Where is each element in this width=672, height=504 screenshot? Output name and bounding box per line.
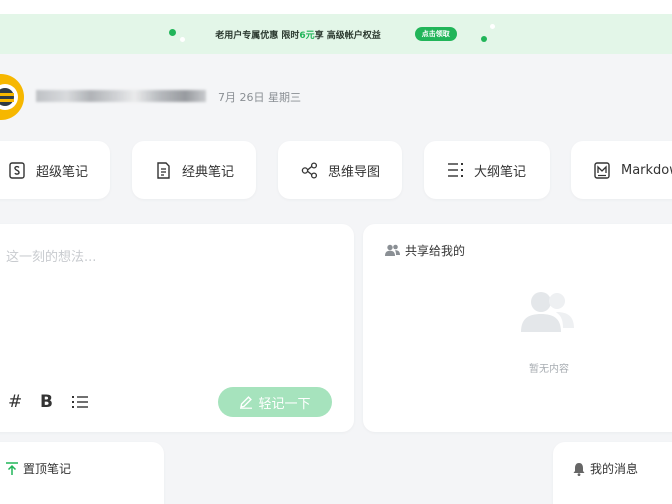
super-note-icon bbox=[8, 161, 26, 179]
pinned-notes-panel: 置顶笔记 bbox=[0, 442, 164, 504]
shared-with-me-header: 共享给我的 bbox=[385, 242, 465, 259]
note-type-row: 超级笔记 经典笔记 思维导图 大纲笔记 Markdown bbox=[0, 141, 672, 199]
banner-decor-dot bbox=[481, 36, 487, 42]
bell-icon bbox=[573, 462, 585, 476]
top-bar bbox=[0, 0, 672, 14]
quick-note-submit-button[interactable]: 轻记一下 bbox=[218, 387, 332, 417]
markdown-button[interactable]: Markdown bbox=[571, 141, 672, 199]
markdown-label: Markdown bbox=[621, 162, 672, 178]
markdown-icon bbox=[593, 161, 611, 179]
quick-note-editor[interactable]: 这一刻的想法... # B 轻记一下 bbox=[0, 224, 354, 432]
user-info-row: 7月 26日 星期三 bbox=[0, 74, 672, 120]
quick-note-submit-label: 轻记一下 bbox=[258, 396, 311, 412]
classic-note-icon bbox=[154, 161, 172, 179]
outline-icon bbox=[446, 161, 464, 179]
banner-decor-dot bbox=[180, 37, 185, 42]
empty-state-text: 暂无内容 bbox=[529, 364, 569, 375]
my-messages-panel: 我的消息 bbox=[553, 442, 672, 504]
super-note-button[interactable]: 超级笔记 bbox=[0, 141, 110, 199]
current-date: 7月 26日 星期三 bbox=[218, 91, 301, 104]
users-icon bbox=[385, 244, 400, 257]
classic-note-label: 经典笔记 bbox=[182, 164, 235, 180]
outline-note-label: 大纲笔记 bbox=[474, 164, 527, 180]
bullet-list-icon bbox=[72, 396, 88, 408]
hashtag-button[interactable]: # bbox=[8, 392, 22, 412]
list-button[interactable] bbox=[72, 394, 88, 414]
banner-decor-dot bbox=[490, 24, 495, 29]
outline-note-button[interactable]: 大纲笔记 bbox=[424, 141, 550, 199]
pinned-notes-title: 置顶笔记 bbox=[23, 462, 72, 476]
promo-claim-button[interactable]: 点击领取 bbox=[414, 27, 457, 41]
pin-top-icon bbox=[6, 462, 18, 475]
pen-icon bbox=[240, 396, 253, 409]
editor-placeholder[interactable]: 这一刻的想法... bbox=[6, 246, 96, 265]
mindmap-label: 思维导图 bbox=[328, 164, 381, 180]
promo-text-suffix: 享 高级帐户权益 bbox=[314, 30, 381, 41]
shared-with-me-panel: 共享给我的 暂无内容 bbox=[363, 224, 672, 432]
promo-banner[interactable]: 老用户专属优惠 限时 6元 享 高级帐户权益 点击领取 bbox=[0, 14, 672, 54]
my-messages-title: 我的消息 bbox=[590, 462, 639, 476]
promo-text-prefix: 老用户专属优惠 限时 bbox=[215, 30, 300, 41]
pinned-notes-header: 置顶笔记 bbox=[6, 460, 71, 477]
classic-note-button[interactable]: 经典笔记 bbox=[132, 141, 256, 199]
avatar[interactable] bbox=[0, 74, 24, 120]
shared-with-me-title: 共享给我的 bbox=[405, 244, 466, 258]
banner-decor-dot bbox=[169, 29, 176, 36]
mindmap-icon bbox=[300, 161, 318, 179]
my-messages-header: 我的消息 bbox=[573, 460, 638, 477]
username-redacted bbox=[36, 90, 206, 102]
mindmap-button[interactable]: 思维导图 bbox=[278, 141, 402, 199]
empty-users-icon bbox=[521, 292, 574, 332]
promo-text-highlight: 6元 bbox=[299, 30, 315, 41]
super-note-label: 超级笔记 bbox=[36, 164, 89, 180]
bold-button[interactable]: B bbox=[40, 392, 53, 412]
